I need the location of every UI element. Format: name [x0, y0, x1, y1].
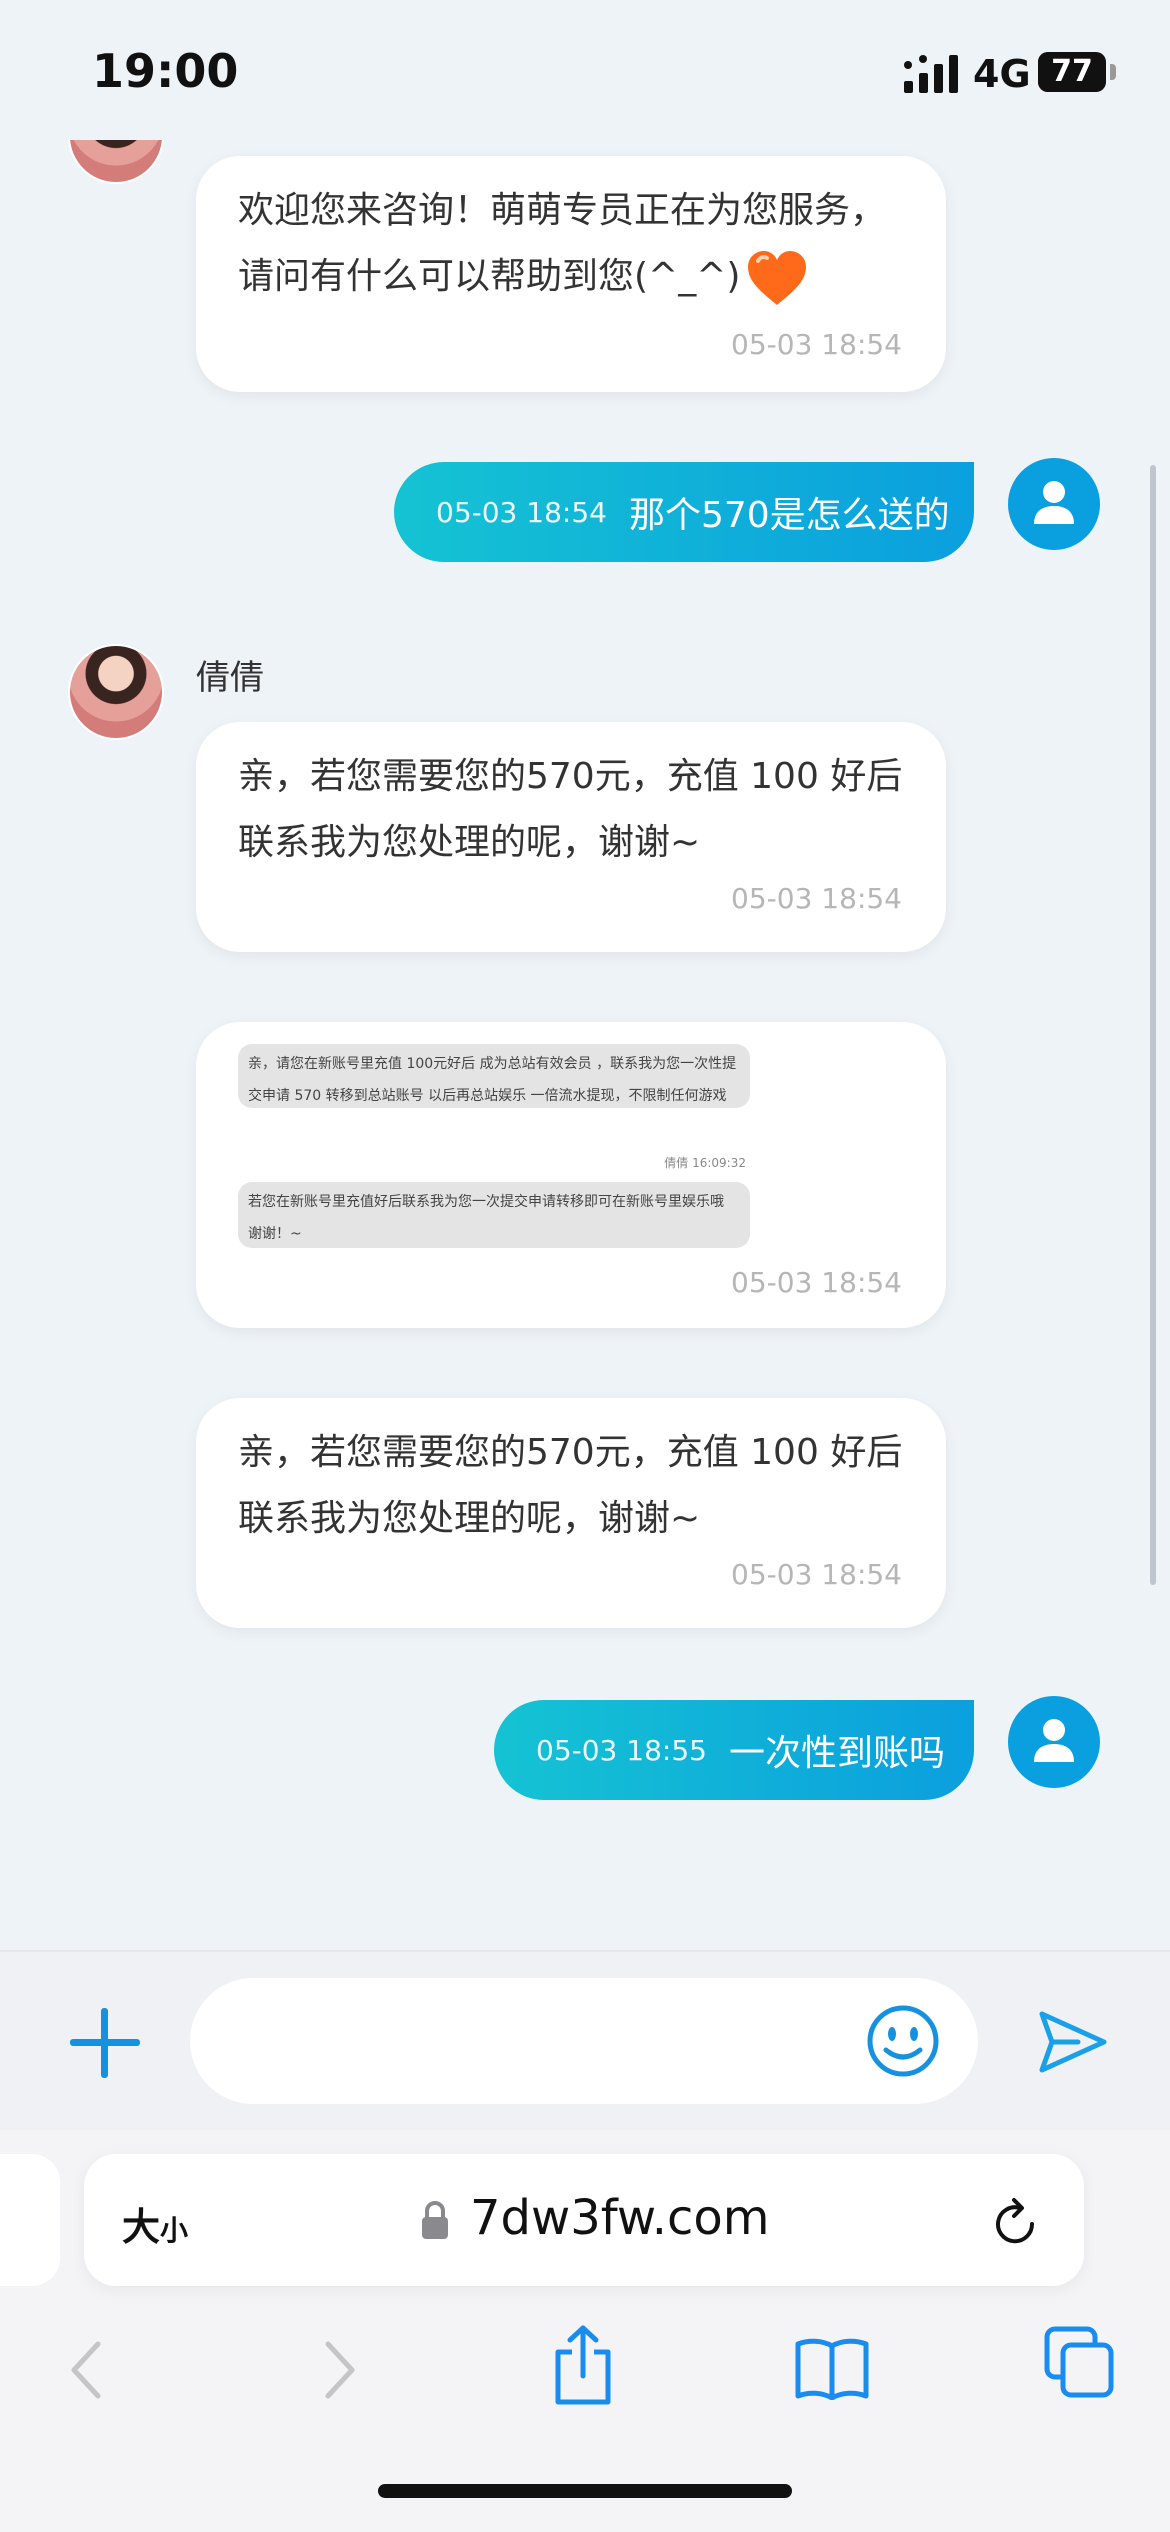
- message-time: 05-03 18:54: [731, 1558, 902, 1591]
- message-input[interactable]: [190, 1978, 978, 2104]
- message-text: 那个570是怎么送的: [628, 495, 950, 536]
- text-size-button[interactable]: 大小: [122, 2196, 188, 2251]
- previous-tab-peek[interactable]: [0, 2154, 60, 2286]
- back-icon[interactable]: [64, 2338, 108, 2402]
- chat-window[interactable]: 欢迎您来咨询！萌萌专员正在为您服务，请问有什么可以帮助到您(^_^) 05-03…: [0, 140, 1170, 1880]
- battery-cap: [1110, 64, 1116, 80]
- battery-percent: 77: [1051, 54, 1093, 89]
- battery-icon: 77: [1038, 52, 1106, 92]
- url-text[interactable]: 7dw3fw.com: [470, 2190, 769, 2246]
- message-text: 亲，若您需要您的570元，充值 100 好后联系我为您处理的呢，谢谢~: [238, 1432, 903, 1539]
- user-avatar: [1008, 458, 1100, 550]
- message-bubble-user: 05-03 18:55 一次性到账吗: [494, 1700, 974, 1800]
- send-icon[interactable]: [1038, 2010, 1108, 2074]
- heart-emoji-icon: [748, 251, 807, 305]
- message-bubble-agent: 亲，若您需要您的570元，充值 100 好后联系我为您处理的呢，谢谢~ 05-0…: [196, 1398, 946, 1628]
- agent-avatar: [70, 646, 162, 738]
- message-time: 05-03 18:54: [436, 495, 607, 529]
- forward-icon[interactable]: [318, 2338, 362, 2402]
- message-time: 05-03 18:54: [731, 1266, 902, 1299]
- message-text: 亲，若您需要您的570元，充值 100 好后联系我为您处理的呢，谢谢~: [238, 756, 903, 863]
- user-icon: [1034, 481, 1074, 524]
- lock-icon: [422, 2201, 448, 2239]
- cellular-signal-icon: [904, 55, 958, 93]
- reload-icon[interactable]: [992, 2196, 1040, 2248]
- tabs-icon[interactable]: [1044, 2326, 1114, 2398]
- agent-avatar: [70, 140, 162, 182]
- message-time: 05-03 18:54: [731, 328, 902, 361]
- message-time: 05-03 18:54: [731, 882, 902, 915]
- status-bar: 19:00 4G 77: [0, 0, 1170, 140]
- network-type: 4G: [973, 52, 1031, 96]
- message-bubble-user: 05-03 18:54 那个570是怎么送的: [394, 462, 974, 562]
- screenshot-text-block: 若您在新账号里充值好后联系我为您一次提交申请转移即可在新账号里娱乐哦 谢谢！~: [238, 1182, 750, 1248]
- message-input-bar: [0, 1950, 1170, 2132]
- browser-toolbar: 大小 7dw3fw.com: [0, 2130, 1170, 2532]
- bookmarks-icon[interactable]: [794, 2336, 870, 2400]
- emoji-icon[interactable]: [866, 2004, 940, 2078]
- message-text: 一次性到账吗: [728, 1733, 945, 1774]
- user-icon: [1034, 1719, 1074, 1762]
- address-bar[interactable]: 大小 7dw3fw.com: [84, 2154, 1084, 2286]
- sender-name: 倩倩: [196, 658, 264, 698]
- message-bubble-agent: 欢迎您来咨询！萌萌专员正在为您服务，请问有什么可以帮助到您(^_^) 05-03…: [196, 156, 946, 392]
- user-avatar: [1008, 1696, 1100, 1788]
- message-bubble-image[interactable]: 亲，请您在新账号里充值 100元好后 成为总站有效会员 ，联系我为您一次性提交申…: [196, 1022, 946, 1328]
- screenshot-text-block: 亲，请您在新账号里充值 100元好后 成为总站有效会员 ，联系我为您一次性提交申…: [238, 1044, 750, 1108]
- scrollbar[interactable]: [1150, 465, 1156, 1585]
- message-bubble-agent: 亲，若您需要您的570元，充值 100 好后联系我为您处理的呢，谢谢~ 05-0…: [196, 722, 946, 952]
- message-time: 05-03 18:55: [536, 1733, 707, 1767]
- status-time: 19:00: [92, 44, 239, 98]
- plus-icon[interactable]: [70, 2008, 140, 2078]
- home-indicator[interactable]: [378, 2484, 792, 2498]
- share-icon[interactable]: [550, 2324, 616, 2406]
- screenshot-meta: 倩倩 16:09:32: [664, 1156, 746, 1170]
